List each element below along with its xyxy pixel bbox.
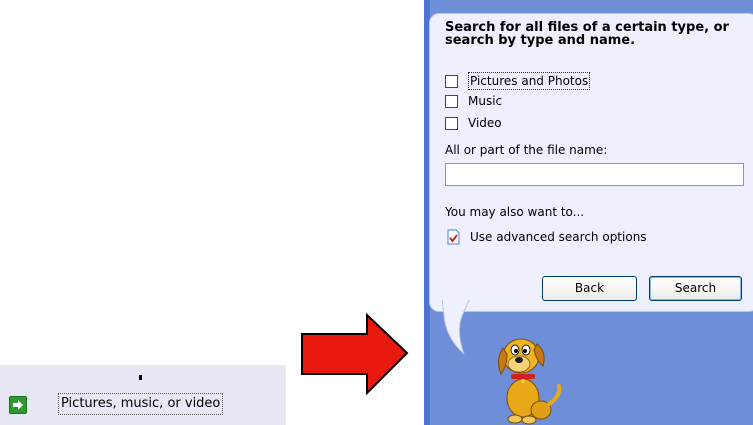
advanced-search-label: Use advanced search options — [470, 230, 647, 244]
red-arrow-icon — [301, 313, 409, 395]
checkbox-box[interactable] — [445, 94, 458, 108]
search-button[interactable]: Search — [649, 276, 742, 301]
filename-input[interactable] — [445, 163, 744, 186]
back-button[interactable]: Back — [542, 276, 637, 301]
checkbox-music[interactable]: Music — [445, 93, 502, 109]
separator-mark — [139, 375, 142, 380]
task-link-panel: Pictures, music, or video — [0, 365, 286, 425]
search-dog-icon — [497, 338, 562, 425]
checkbox-label: Pictures and Photos — [468, 72, 591, 90]
checkbox-box[interactable] — [445, 74, 458, 88]
advanced-search-link[interactable]: Use advanced search options — [447, 229, 647, 245]
document-check-icon — [447, 229, 460, 245]
task-link-pictures-music-video[interactable]: Pictures, music, or video — [58, 393, 224, 415]
checkbox-box[interactable] — [445, 116, 458, 130]
checkbox-label: Music — [468, 94, 503, 108]
search-heading: Search for all files of a certain type, … — [445, 20, 729, 48]
checkbox-pictures-photos[interactable]: Pictures and Photos — [445, 72, 591, 90]
green-arrow-icon[interactable] — [9, 396, 27, 414]
filename-label: All or part of the file name: — [445, 143, 608, 157]
checkbox-label: Video — [468, 116, 502, 130]
also-want-label: You may also want to... — [445, 205, 585, 219]
search-companion-pane: Search for all files of a certain type, … — [424, 0, 753, 425]
checkbox-video[interactable]: Video — [445, 115, 502, 131]
balloon-tail — [436, 298, 472, 355]
